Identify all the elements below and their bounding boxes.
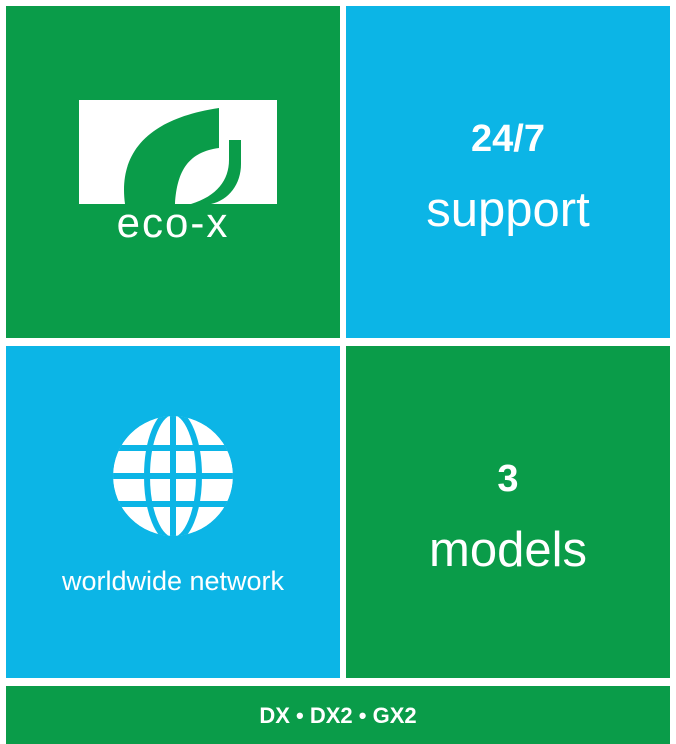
globe-icon [113,416,233,536]
leaf-logo-icon [79,100,277,204]
brand-name: eco-x [116,199,230,246]
network-label: worldwide network [61,566,285,596]
model-list-bar: DX • DX2 • GX2 [6,686,670,744]
support-label: support [426,183,590,237]
models-number: 3 [497,458,519,500]
logo-tile: eco-x [6,6,340,338]
models-label: models [429,523,587,577]
support-tile: 24/7 support [346,6,670,338]
support-number: 24/7 [471,118,545,160]
model-list: DX • DX2 • GX2 [259,703,417,728]
models-tile: 3 models [346,346,670,678]
network-tile: worldwide network [6,346,340,678]
